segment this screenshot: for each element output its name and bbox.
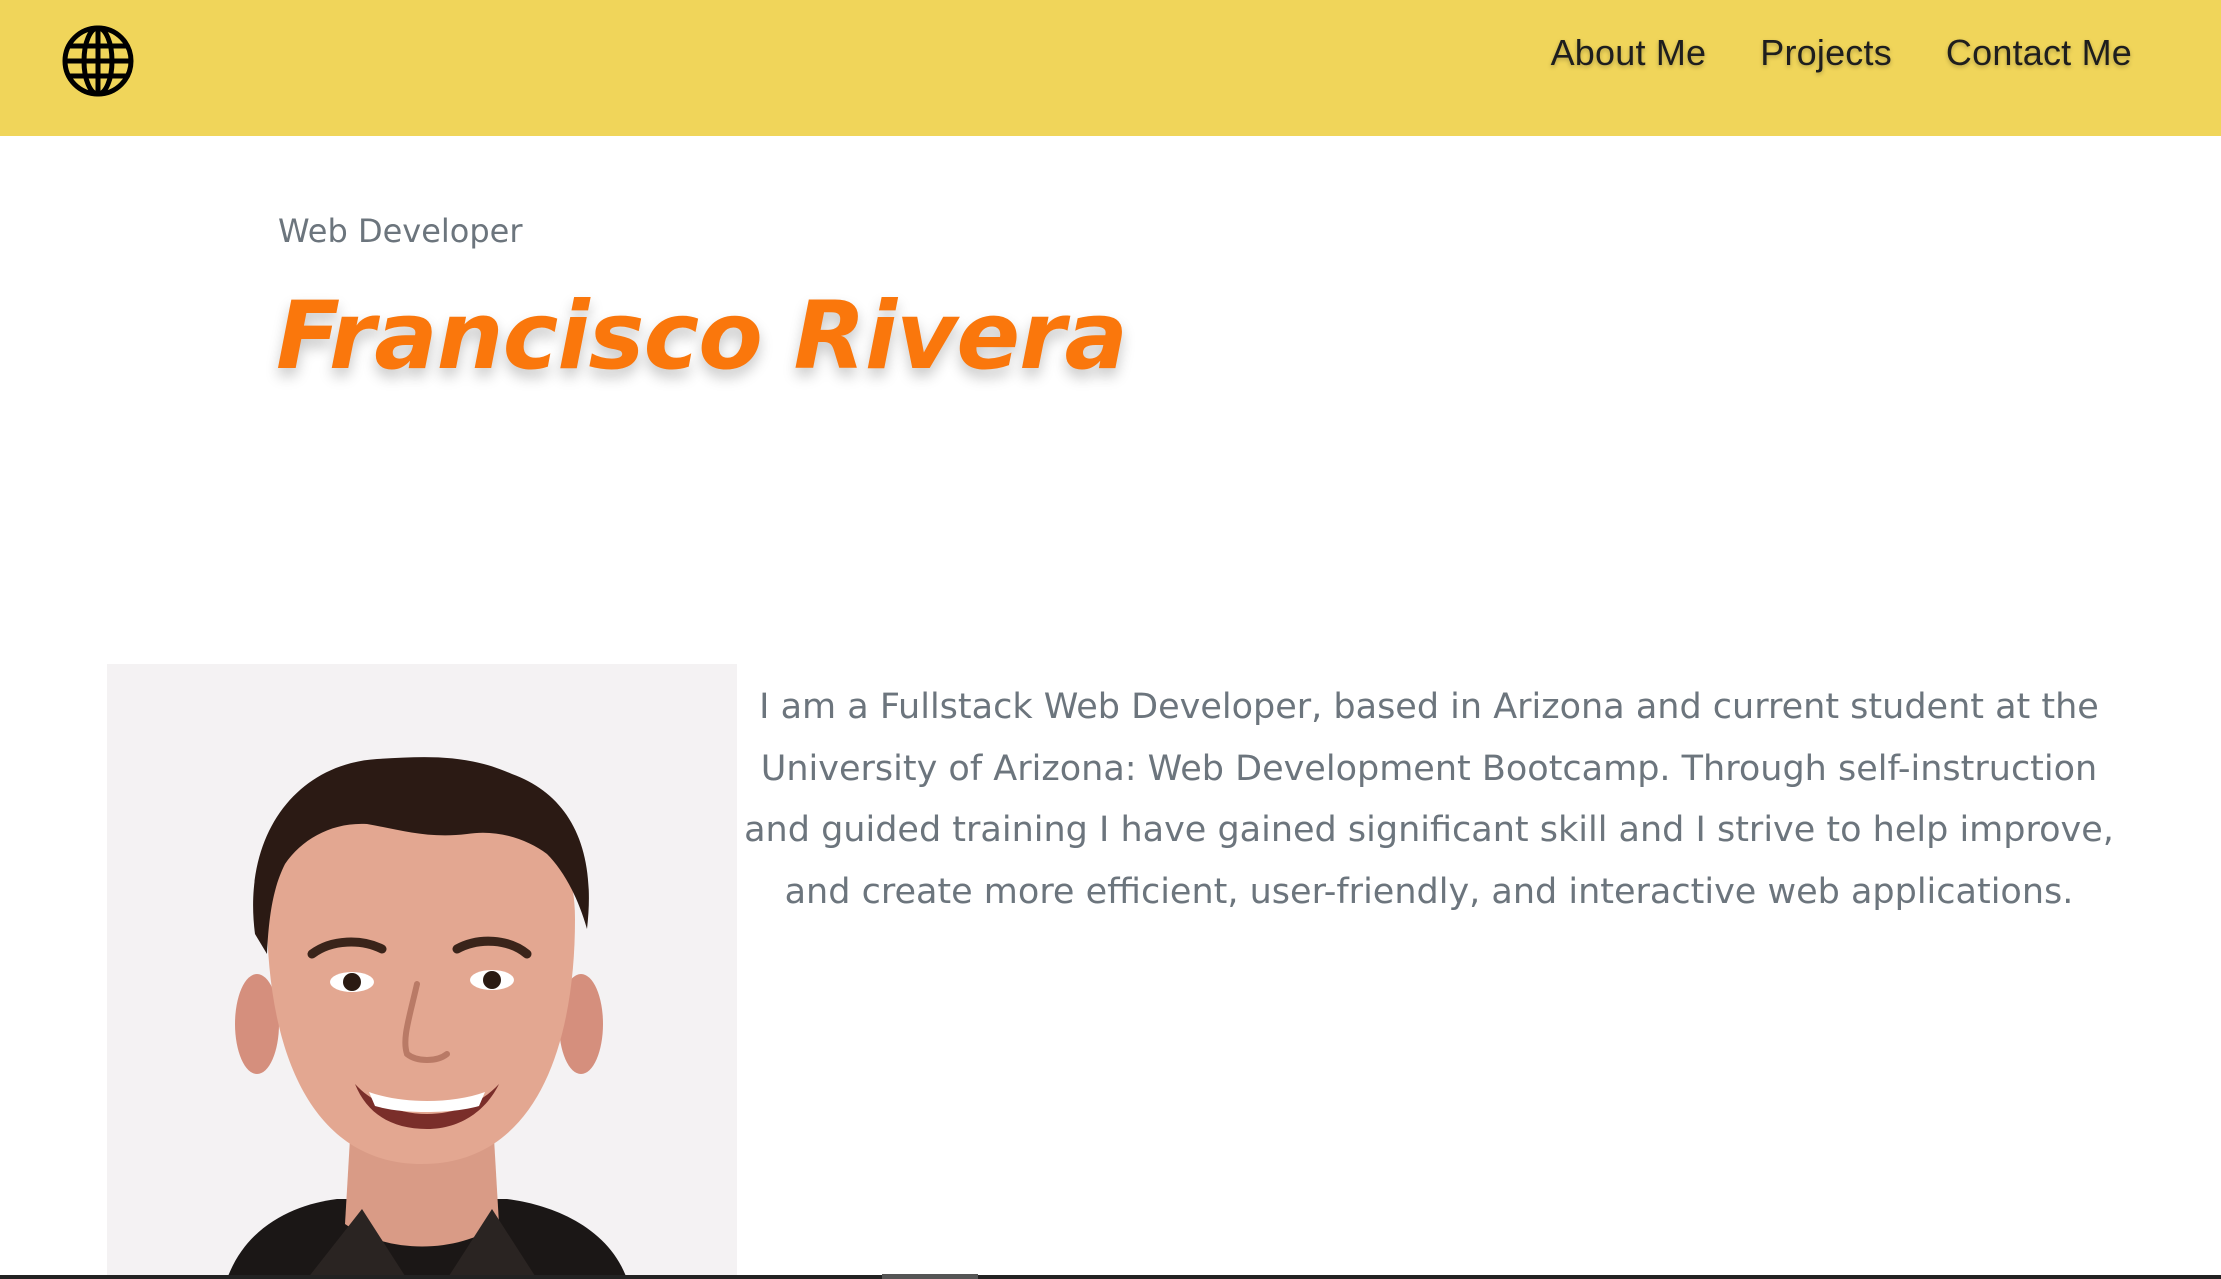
nav-link-projects[interactable]: Projects: [1760, 28, 1892, 78]
profile-photo: [107, 664, 737, 1279]
nav-link-about-me[interactable]: About Me: [1551, 28, 1707, 78]
nav-link-contact-me[interactable]: Contact Me: [1946, 28, 2132, 78]
bio-paragraph: I am a Fullstack Web Developer, based in…: [744, 687, 2114, 912]
page: About Me Projects Contact Me Web Develop…: [0, 0, 2221, 1279]
profile-photo-illustration: [107, 664, 737, 1279]
navbar: About Me Projects Contact Me: [0, 0, 2221, 136]
hero-eyebrow: Web Developer: [278, 212, 523, 250]
hero-name: Francisco Rivera: [276, 282, 1128, 391]
main-nav: About Me Projects Contact Me: [1551, 28, 2132, 78]
globe-icon[interactable]: [61, 24, 135, 98]
bottom-scrollbar-track[interactable]: [0, 1275, 2221, 1279]
bottom-scrollbar-thumb[interactable]: [882, 1274, 978, 1279]
